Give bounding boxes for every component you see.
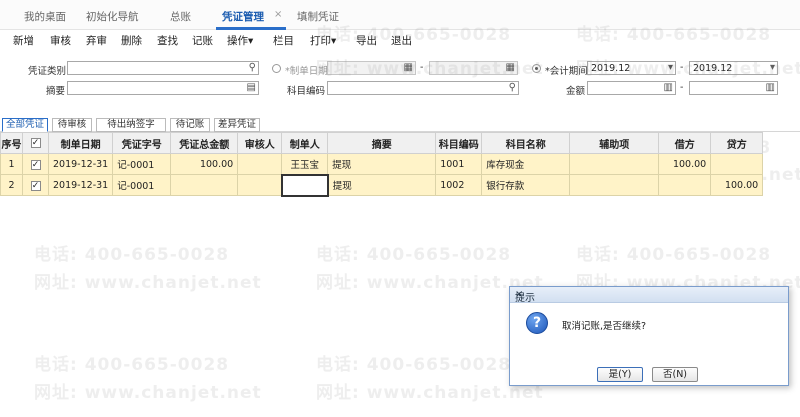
select-all-checkbox[interactable]: ✓ [30,137,41,148]
subtab-pending-cashier-sign[interactable]: 待出纳签字 [96,118,166,132]
cell-account-code: 1001 [435,153,483,175]
tab-general-ledger[interactable]: 总账 [170,9,191,24]
cell-select[interactable]: ✓ [22,153,49,175]
dialog-titlebar[interactable]: 提示 × [510,287,788,304]
table-row[interactable]: 2 ✓ 2019-12-31 记-0001 提现 1002 银行存款 100.0… [0,173,764,197]
close-icon[interactable]: × [515,289,783,300]
row-checkbox[interactable]: ✓ [30,159,41,170]
col-total-amount[interactable]: 凭证总金额 [170,132,239,154]
amount-label: 金额 [566,86,586,97]
cell-aux [569,174,660,196]
cell-voucher-no: 记-0001 [112,153,172,175]
tab-my-desktop[interactable]: 我的桌面 [24,9,66,24]
subtab-diff-vouchers[interactable]: 差异凭证 [214,118,260,132]
no-button[interactable]: 否(N) [652,367,698,382]
subtab-pending-audit[interactable]: 待审核 [52,118,92,132]
row-checkbox[interactable]: ✓ [30,180,41,191]
cell-maker[interactable] [280,173,329,197]
voucher-type-field[interactable]: ⚲ [67,61,259,75]
question-icon: ? [526,312,548,334]
cell-auditor [237,153,283,175]
cell-date: 2019-12-31 [47,174,114,196]
confirm-dialog: 提示 × ? 取消记账,是否继续? 是(Y) 否(N) [509,286,789,386]
watermark-site: 网址: www.chanjet.net [34,383,262,403]
amount-dash: - [680,82,684,93]
post-button[interactable]: 记账 [192,33,213,48]
watermark-phone: 电话: 400-665-0028 [316,25,512,45]
col-credit[interactable]: 贷方 [710,132,764,154]
delete-button[interactable]: 删除 [121,33,142,48]
cell-credit: 100.00 [710,174,764,196]
col-aux[interactable]: 辅助项 [569,132,660,154]
search-icon[interactable]: ⚲ [249,62,256,74]
account-code-label: 科目编码 [287,86,326,97]
watermark-site: 网址: www.chanjet.net [34,273,262,293]
voucher-table: 序号 ✓ 制单日期 凭证字号 凭证总金额 审核人 制单人 摘要 科目编码 科目名… [0,132,764,197]
account-code-field[interactable]: ⚲ [327,81,519,95]
columns-button[interactable]: 栏目 [273,33,294,48]
yes-button[interactable]: 是(Y) [597,367,643,382]
cell-maker: 王玉宝 [281,153,329,175]
cell-account-code: 1002 [435,174,483,196]
cell-aux [569,153,660,175]
watermark-phone: 电话: 400-665-0028 [316,355,512,375]
cell-seq: 2 [0,174,23,196]
watermark-phone: 电话: 400-665-0028 [576,25,772,45]
cell-voucher-no: 记-0001 [112,174,172,196]
col-account-code[interactable]: 科目编码 [435,132,483,154]
operation-menu-button[interactable]: 操作▾ [227,33,253,48]
summary-field[interactable]: ▤ [67,81,259,95]
col-maker[interactable]: 制单人 [281,132,329,154]
cell-auditor [237,174,283,196]
watermark-phone: 电话: 400-665-0028 [316,245,512,265]
voucher-type-label: 凭证类别 [28,66,67,77]
cell-account-name: 银行存款 [481,174,571,196]
cell-select[interactable]: ✓ [22,174,49,196]
cell-date: 2019-12-31 [47,153,114,175]
subtab-all-vouchers[interactable]: 全部凭证 [2,118,48,132]
add-button[interactable]: 新增 [13,33,34,48]
watermark-phone: 电话: 400-665-0028 [34,245,230,265]
col-voucher-no[interactable]: 凭证字号 [112,132,172,154]
amount-to-field[interactable]: ▥ [689,81,778,95]
dialog-message: 取消记账,是否继续? [562,321,647,332]
cell-summary: 提现 [327,153,437,175]
tab-close-icon[interactable]: × [274,9,282,20]
cell-total: 100.00 [170,153,239,175]
col-account-name[interactable]: 科目名称 [481,132,571,154]
col-seq[interactable]: 序号 [0,132,23,154]
tab-voucher-management[interactable]: 凭证管理 [222,9,264,24]
cell-total [170,174,239,196]
cell-seq: 1 [0,153,23,175]
watermark-phone: 电话: 400-665-0028 [34,355,230,375]
cell-debit [658,174,712,196]
watermark-site: 网址: www.chanjet.net [316,59,544,79]
amount-from-field[interactable]: ▥ [587,81,676,95]
col-auditor[interactable]: 审核人 [237,132,283,154]
col-make-date[interactable]: 制单日期 [47,132,114,154]
cell-summary: 提现 [327,174,437,196]
summary-label: 摘要 [46,86,66,97]
subtab-pending-post[interactable]: 待记账 [170,118,210,132]
col-debit[interactable]: 借方 [658,132,712,154]
calculator-icon[interactable]: ▥ [664,82,673,94]
cell-credit [710,153,764,175]
make-date-radio[interactable] [272,64,281,73]
lookup-icon[interactable]: ▤ [247,82,256,94]
col-select-all[interactable]: ✓ [22,132,49,154]
table-row[interactable]: 1 ✓ 2019-12-31 记-0001 100.00 王玉宝 提现 1001… [0,153,764,175]
col-summary[interactable]: 摘要 [327,132,437,154]
calculator-icon[interactable]: ▥ [766,82,775,94]
audit-button[interactable]: 审核 [50,33,71,48]
cell-debit: 100.00 [658,153,712,175]
watermark-site: 网址: www.chanjet.net [576,59,800,79]
tab-init-nav[interactable]: 初始化导航 [86,9,139,24]
watermark-phone: 电话: 400-665-0028 [576,245,772,265]
cell-account-name: 库存现金 [481,153,571,175]
table-header-row: 序号 ✓ 制单日期 凭证字号 凭证总金额 审核人 制单人 摘要 科目编码 科目名… [0,132,764,154]
find-button[interactable]: 查找 [157,33,178,48]
unaudit-button[interactable]: 弃审 [86,33,107,48]
search-icon[interactable]: ⚲ [509,82,516,94]
